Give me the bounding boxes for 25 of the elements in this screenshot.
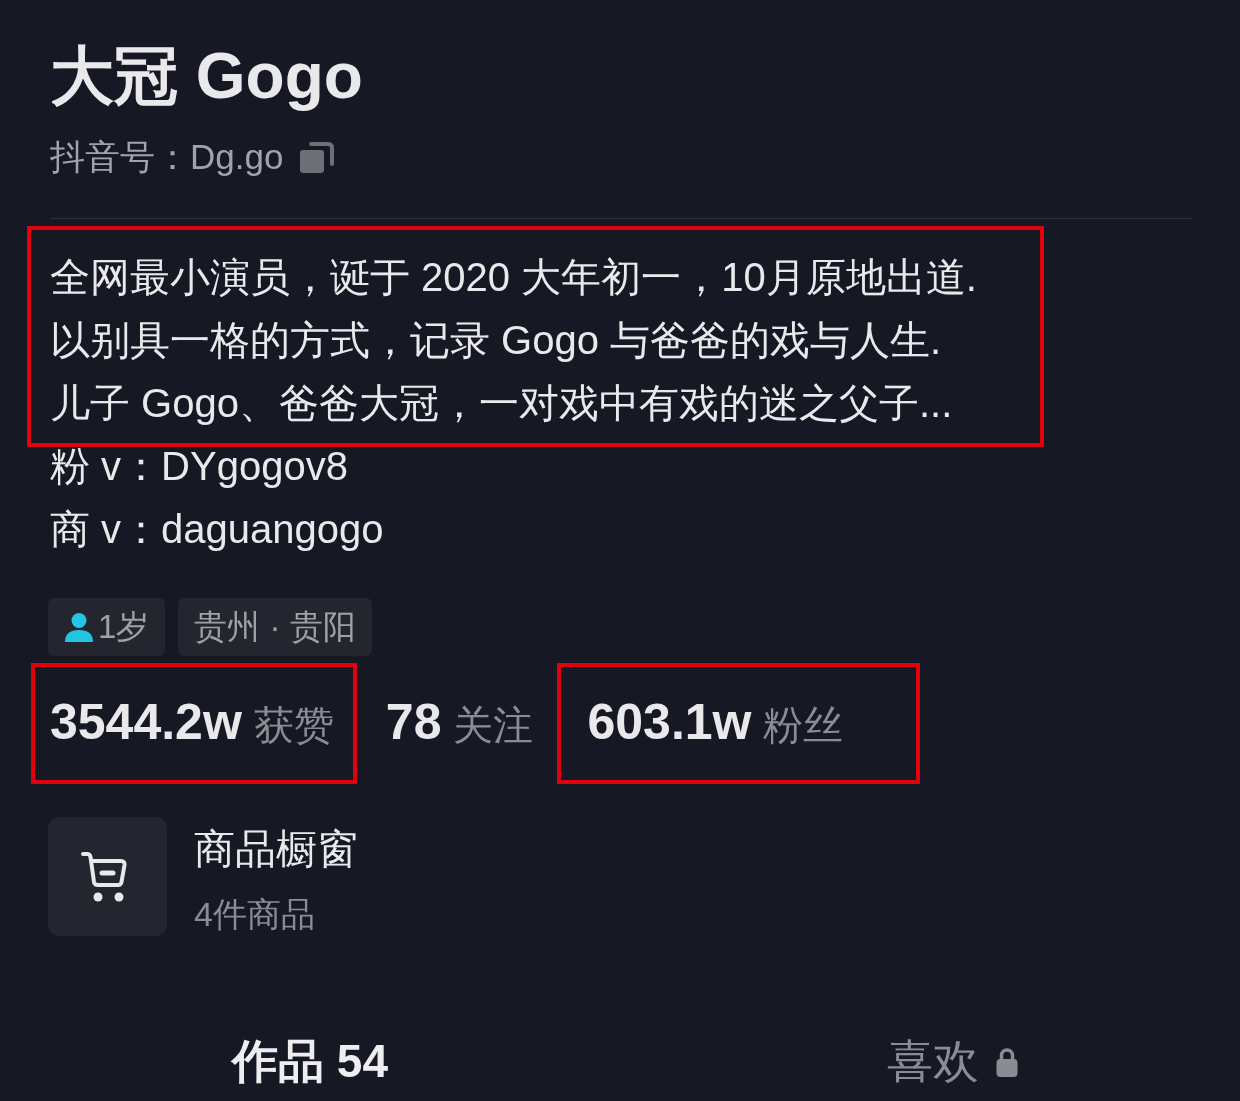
tab[interactable]: 作品 54: [232, 1022, 388, 1101]
stat-label: 粉丝: [763, 702, 844, 749]
bio-line: 全网最小演员，诞于 2020 大年初一，10月原地出道.: [50, 254, 978, 301]
bio-line: 儿子 Gogo、爸爸大冠，一对戏中有戏的迷之父子...: [50, 380, 954, 427]
bio-line: 以别具一格的方式，记录 Gogo 与爸爸的戏与人生.: [50, 317, 943, 364]
stat-item[interactable]: 603.1w 粉丝: [557, 663, 921, 784]
contact-line: 商 v：daguangogo: [50, 506, 385, 553]
stat-label: 关注: [453, 702, 534, 749]
stat-count: 603.1w: [587, 693, 752, 752]
stat-count: 78: [385, 693, 442, 752]
account-id: 抖音号：Dg.go: [50, 136, 284, 178]
stat-item[interactable]: 3544.2w 获赞: [31, 663, 357, 784]
stat-label: 获赞: [253, 702, 334, 749]
stat-count: 3544.2w: [50, 693, 242, 752]
tag-label: 贵州 · 贵阳: [194, 606, 356, 647]
shop-title[interactable]: 商品橱窗: [194, 821, 358, 877]
person-icon: [64, 612, 94, 642]
copy-icon[interactable]: [299, 140, 336, 174]
tab[interactable]: 喜欢: [887, 1022, 1019, 1101]
stat-item[interactable]: 78 关注: [366, 663, 557, 784]
cart-icon[interactable]: [48, 817, 167, 936]
contact-line: 粉 v：DYgogov8: [50, 443, 349, 490]
profile-name: 大冠 Gogo: [50, 39, 364, 114]
tag-label: 1岁: [98, 606, 150, 647]
shop-item-count: 4件商品: [194, 894, 316, 935]
